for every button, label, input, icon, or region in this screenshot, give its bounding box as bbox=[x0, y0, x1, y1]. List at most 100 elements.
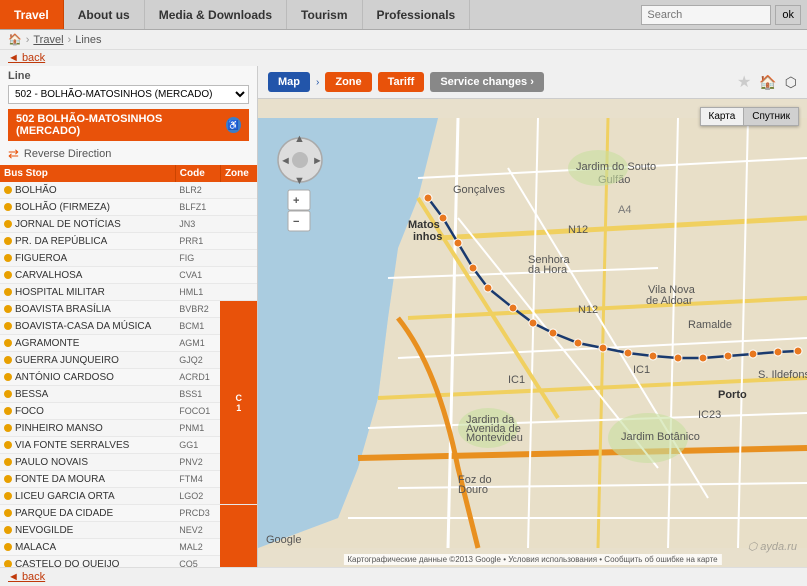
line-label: Line bbox=[0, 66, 257, 82]
stop-dot bbox=[4, 509, 12, 517]
tab-about[interactable]: About us bbox=[64, 0, 145, 29]
stop-dot bbox=[4, 492, 12, 500]
right-panel: Map › Zone Tariff Service changes › ★ 🏠 … bbox=[258, 66, 807, 567]
svg-text:Gonçalves: Gonçalves bbox=[453, 184, 505, 196]
stop-dot bbox=[4, 186, 12, 194]
stop-code: BSS1 bbox=[175, 386, 220, 403]
stop-dot bbox=[4, 339, 12, 347]
table-row: PAULO NOVAIS PNV2 bbox=[0, 454, 257, 471]
map-btn-service[interactable]: Service changes › bbox=[430, 72, 544, 92]
zone-cell-empty bbox=[220, 267, 257, 284]
table-header-row: Bus Stop Code Zone bbox=[0, 165, 257, 182]
stop-code: PNV2 bbox=[175, 454, 220, 471]
stop-name: LICEU GARCIA ORTA bbox=[15, 491, 115, 502]
map-svg: Gonçalves Matos inhos Gulfão A4 Senhora … bbox=[258, 99, 807, 567]
stop-code: CVA1 bbox=[175, 267, 220, 284]
search-button[interactable]: ok bbox=[775, 5, 801, 25]
star-icon[interactable]: ★ bbox=[737, 72, 751, 92]
ayda-watermark: ⬡ ayda.ru bbox=[748, 540, 797, 553]
zone-cell: C2 bbox=[220, 505, 257, 568]
svg-text:da Hora: da Hora bbox=[528, 264, 568, 276]
stop-name: FOCO bbox=[15, 406, 44, 417]
table-row: FOCOFOCO1 bbox=[0, 403, 257, 420]
stop-code: LGO2 bbox=[175, 488, 220, 505]
svg-text:S. Ildefonso: S. Ildefonso bbox=[758, 369, 807, 381]
svg-text:IC1: IC1 bbox=[508, 374, 525, 386]
stop-dot bbox=[4, 373, 12, 381]
map-btn-tariff[interactable]: Tariff bbox=[378, 72, 425, 92]
back-link-top[interactable]: ◄ back bbox=[0, 50, 807, 66]
stop-name: BOLHÃO (FIRMEZA) bbox=[15, 202, 110, 213]
stop-code: JN3 bbox=[175, 216, 220, 233]
table-row: PARQUE DA CIDADEPRCD3C2 bbox=[0, 505, 257, 522]
stop-dot bbox=[4, 203, 12, 211]
stop-name: NEVOGILDE bbox=[15, 525, 73, 536]
table-row: PINHEIRO MANSOPNM1 bbox=[0, 420, 257, 437]
stop-name: AGRAMONTE bbox=[15, 338, 79, 349]
stop-name: CARVALHOSA bbox=[15, 270, 82, 281]
stop-name: BESSA bbox=[15, 389, 48, 400]
stop-code: GJQ2 bbox=[175, 352, 220, 369]
home-map-icon[interactable]: 🏠 bbox=[759, 74, 776, 91]
breadcrumb-travel[interactable]: Travel bbox=[33, 34, 63, 46]
svg-text:IC23: IC23 bbox=[698, 409, 721, 421]
table-row: CARVALHOSA CVA1 bbox=[0, 267, 257, 284]
stop-code: NEV2 bbox=[175, 522, 220, 539]
stop-dot bbox=[4, 424, 12, 432]
map-btn-map[interactable]: Map bbox=[268, 72, 310, 92]
stop-dot bbox=[4, 526, 12, 534]
col-stop: Bus Stop bbox=[0, 165, 175, 182]
col-code: Code bbox=[175, 165, 220, 182]
search-input[interactable] bbox=[641, 5, 771, 25]
svg-text:IC1: IC1 bbox=[633, 364, 650, 376]
map-btn-zone[interactable]: Zone bbox=[325, 72, 371, 92]
stop-code: PRR1 bbox=[175, 233, 220, 250]
svg-text:Montevideu: Montevideu bbox=[466, 432, 523, 444]
line-select[interactable]: 502 - BOLHÃO-MATOSINHOS (MERCADO) bbox=[8, 85, 249, 104]
stop-name: GUERRA JUNQUEIRO bbox=[15, 355, 119, 366]
map-toolbar: Map › Zone Tariff Service changes › ★ 🏠 … bbox=[258, 66, 807, 99]
breadcrumb-sep1: › bbox=[26, 34, 30, 46]
table-row: BESSA BSS1 bbox=[0, 386, 257, 403]
stop-name: PAULO NOVAIS bbox=[15, 457, 88, 468]
map-type-satellite[interactable]: Спутник bbox=[743, 107, 799, 126]
stop-dot bbox=[4, 237, 12, 245]
map-type-map[interactable]: Карта bbox=[700, 107, 744, 126]
table-row: PR. DA REPÚBLICAPRR1 bbox=[0, 233, 257, 250]
reverse-label: Reverse Direction bbox=[24, 148, 111, 160]
stop-dot bbox=[4, 560, 12, 567]
table-row: VIA FONTE SERRALVESGG1 bbox=[0, 437, 257, 454]
table-row: GUERRA JUNQUEIRO GJQ2 bbox=[0, 352, 257, 369]
tab-media[interactable]: Media & Downloads bbox=[145, 0, 287, 29]
map-attribution: Картографические данные ©2013 Google • У… bbox=[343, 554, 721, 565]
stop-table-container: Bus Stop Code Zone BOLHÃO BLR2 BOLHÃO (FIR… bbox=[0, 165, 257, 567]
svg-text:Matos: Matos bbox=[408, 219, 440, 231]
svg-text:Google: Google bbox=[266, 534, 301, 546]
reverse-direction-row[interactable]: ⇄ Reverse Direction bbox=[0, 143, 257, 165]
stop-code: BCM1 bbox=[175, 318, 220, 335]
table-row: BOAVISTA-CASA DA MÚSICABCM1 bbox=[0, 318, 257, 335]
svg-text:Porto: Porto bbox=[718, 389, 747, 401]
stop-name: HOSPITAL MILITAR bbox=[15, 287, 105, 298]
stop-dot bbox=[4, 288, 12, 296]
stop-dot bbox=[4, 543, 12, 551]
svg-text:Ramalde: Ramalde bbox=[688, 319, 732, 331]
stop-name: BOLHÃO bbox=[15, 185, 57, 196]
stop-code: BLR2 bbox=[175, 182, 220, 199]
svg-text:de Aldoar: de Aldoar bbox=[646, 295, 693, 307]
table-row: MALACAMAL2 bbox=[0, 539, 257, 556]
share-icon[interactable]: ⬡ bbox=[785, 74, 797, 91]
zone-cell: C1 bbox=[220, 301, 257, 505]
svg-text:N12: N12 bbox=[578, 304, 598, 316]
tab-professionals[interactable]: Professionals bbox=[363, 0, 471, 29]
stop-code: FIG bbox=[175, 250, 220, 267]
stop-name: PINHEIRO MANSO bbox=[15, 423, 103, 434]
tab-tourism[interactable]: Tourism bbox=[287, 0, 362, 29]
home-icon[interactable]: 🏠 bbox=[8, 33, 22, 46]
tab-travel[interactable]: Travel bbox=[0, 0, 64, 29]
svg-text:A4: A4 bbox=[618, 204, 631, 216]
table-row: FIGUEROAFIG bbox=[0, 250, 257, 267]
stop-name: MALACA bbox=[15, 542, 56, 553]
table-row: LICEU GARCIA ORTA LGO2 bbox=[0, 488, 257, 505]
map-container[interactable]: Gonçalves Matos inhos Gulfão A4 Senhora … bbox=[258, 99, 807, 567]
